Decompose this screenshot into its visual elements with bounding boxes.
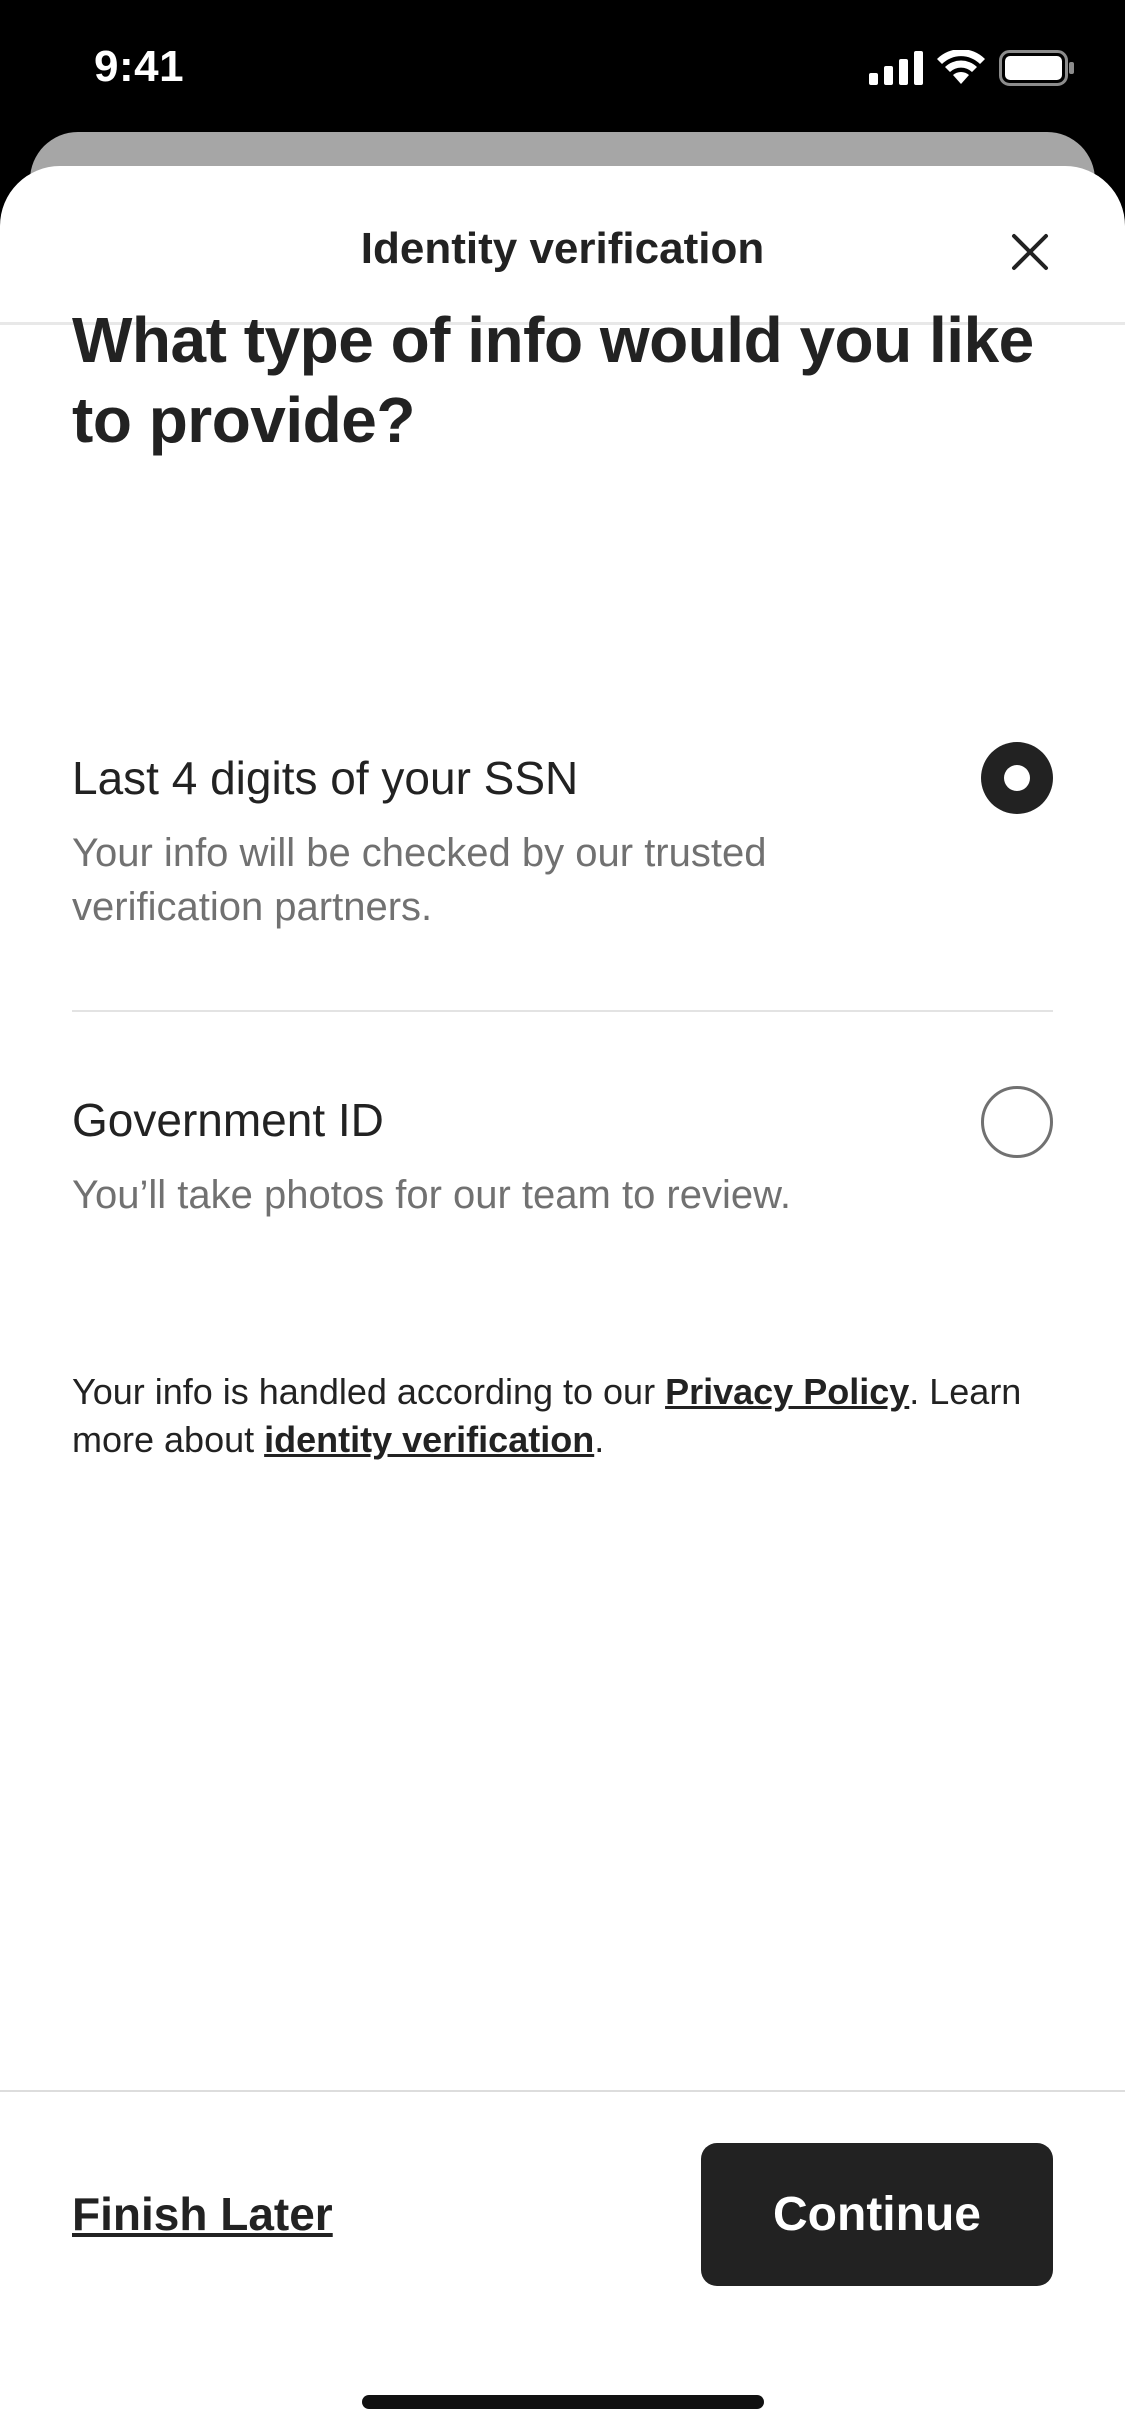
legal-text-1: Your info is handled according to our xyxy=(72,1371,666,1412)
cellular-signal-icon xyxy=(869,51,923,85)
continue-button[interactable]: Continue xyxy=(701,2143,1053,2286)
status-time: 9:41 xyxy=(94,42,185,91)
option-ssn-radio[interactable] xyxy=(981,742,1053,814)
option-government-id[interactable]: Government ID You’ll take photos for our… xyxy=(72,1086,1053,1222)
option-ssn-description: Your info will be checked by our trusted… xyxy=(72,831,767,929)
option-ssn[interactable]: Last 4 digits of your SSN Your info will… xyxy=(72,742,1053,934)
identity-verification-link[interactable]: identity verification xyxy=(264,1419,594,1460)
option-government-id-description: You’ll take photos for our team to revie… xyxy=(72,1173,791,1217)
privacy-policy-link[interactable]: Privacy Policy xyxy=(665,1371,909,1412)
option-divider xyxy=(72,1010,1053,1012)
sheet-title: Identity verification xyxy=(360,224,765,273)
home-indicator xyxy=(362,2395,764,2409)
option-ssn-title: Last 4 digits of your SSN xyxy=(72,752,579,804)
status-icons xyxy=(869,50,1075,86)
close-icon xyxy=(1012,234,1048,270)
close-button[interactable] xyxy=(1000,222,1060,282)
status-bar: 9:41 xyxy=(0,0,1125,135)
question-heading: What type of info would you like to prov… xyxy=(72,304,1034,456)
legal-notice: Your info is handled according to our Pr… xyxy=(72,1368,1052,1464)
legal-text-3: . xyxy=(594,1419,605,1460)
finish-later-button[interactable]: Finish Later xyxy=(72,2187,333,2241)
wifi-icon xyxy=(937,50,985,84)
option-government-id-title: Government ID xyxy=(72,1094,384,1146)
battery-icon xyxy=(999,50,1074,86)
option-government-id-radio[interactable] xyxy=(981,1086,1053,1158)
